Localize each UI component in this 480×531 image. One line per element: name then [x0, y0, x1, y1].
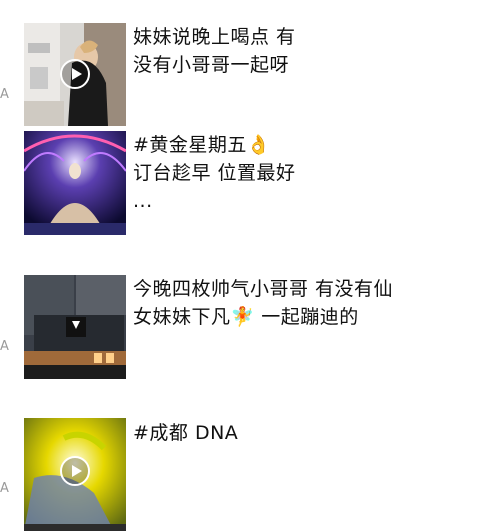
play-icon[interactable]	[60, 59, 90, 89]
post-caption: 今晚四枚帅气小哥哥 有没有仙 女妹妹下凡🧚 一起蹦迪的	[133, 275, 473, 331]
caption-line: #成都 DNA	[133, 422, 239, 444]
image-thumbnail-icon	[24, 275, 126, 379]
side-letter: A	[0, 87, 9, 102]
side-letter: A	[0, 339, 9, 354]
caption-line: ...	[133, 190, 153, 212]
image-thumbnail-icon	[24, 131, 126, 235]
caption-line: 订台趁早 位置最好	[133, 162, 296, 184]
caption-line: 妹妹说晚上喝点 有	[133, 26, 296, 48]
side-letter: A	[0, 481, 9, 496]
post-caption: 妹妹说晚上喝点 有 没有小哥哥一起呀	[133, 23, 473, 79]
play-icon[interactable]	[60, 456, 90, 486]
post-caption: #黄金星期五👌 订台趁早 位置最好 ...	[133, 131, 473, 215]
post-caption: #成都 DNA	[133, 419, 473, 447]
video-thumbnail[interactable]	[24, 23, 126, 126]
image-thumbnail[interactable]	[24, 131, 126, 235]
caption-line: 今晚四枚帅气小哥哥 有没有仙	[133, 278, 394, 300]
caption-line: #黄金星期五👌	[133, 134, 272, 156]
caption-line: 女妹妹下凡🧚 一起蹦迪的	[133, 306, 359, 328]
caption-line: 没有小哥哥一起呀	[133, 54, 290, 76]
image-thumbnail[interactable]	[24, 275, 126, 379]
video-thumbnail[interactable]	[24, 418, 126, 531]
